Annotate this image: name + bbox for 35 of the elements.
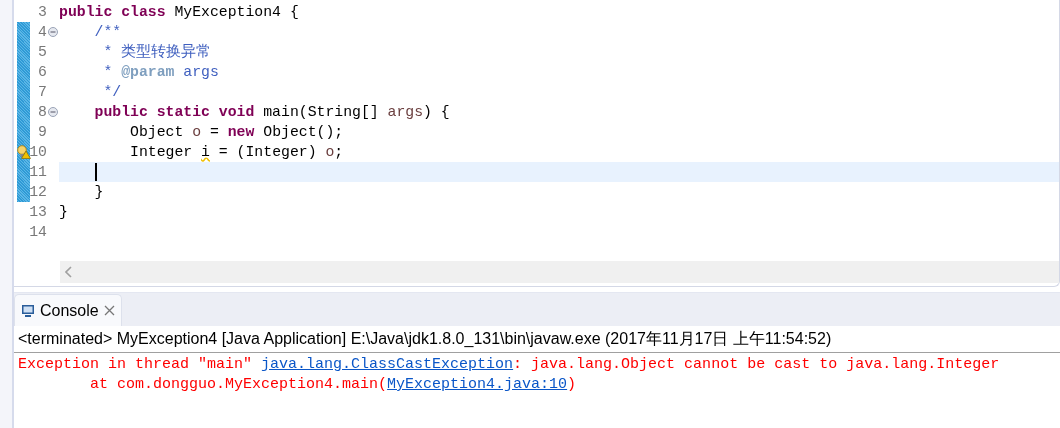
code-line: } <box>93 184 104 200</box>
console-tab[interactable]: Console <box>14 294 122 326</box>
line-number: 8 <box>37 104 47 120</box>
console-header: <terminated> MyException4 [Java Application] E:\Java\jdk1.8.0_131\bin\javaw.exe (2017年11月17日 上午11:54:52) <box>14 326 1060 353</box>
error-output-line: at com.dongguo.MyException4.main(MyException4.java:10) <box>89 375 578 395</box>
line-number: 3 <box>37 4 47 20</box>
code-line: Object o = new Object(); <box>129 124 344 140</box>
code-line: */ <box>102 84 122 100</box>
code-line: public class MyException4 { <box>59 4 299 20</box>
collapse-icon[interactable] <box>48 107 58 117</box>
code-line: * @param args <box>102 64 219 80</box>
horizontal-scrollbar[interactable] <box>60 261 1059 283</box>
collapse-icon[interactable] <box>48 27 58 37</box>
line-number: 9 <box>37 124 47 140</box>
stack-trace-link[interactable]: java.lang.ClassCastException <box>261 356 514 373</box>
line-number: 13 <box>30 204 47 220</box>
line-number: 7 <box>37 84 47 100</box>
line-number: 5 <box>37 44 47 60</box>
monitor-icon <box>21 303 35 318</box>
text-cursor <box>95 163 97 182</box>
line-number: 6 <box>37 64 47 80</box>
code-line: public static void main(String[] args) { <box>93 104 450 120</box>
code-line: } <box>59 204 68 220</box>
line-number: 12 <box>30 184 47 200</box>
error-output-line: Exception in thread "main" java.lang.ClassCastException: java.lang.Object cannot be cast to java.lang.Integer <box>18 355 1001 375</box>
line-number: 11 <box>30 164 47 180</box>
scroll-left-icon[interactable] <box>65 266 73 278</box>
code-line: Integer i = (Integer) o; <box>129 144 344 160</box>
line-number: 10 <box>30 144 47 160</box>
line-number: 14 <box>30 224 47 240</box>
code-line: * 类型转换异常 <box>102 44 212 60</box>
stack-trace-link[interactable]: MyException4.java:10 <box>387 376 568 393</box>
close-icon[interactable] <box>103 305 115 316</box>
code-line: /** <box>93 24 122 40</box>
line-number: 4 <box>37 24 47 40</box>
